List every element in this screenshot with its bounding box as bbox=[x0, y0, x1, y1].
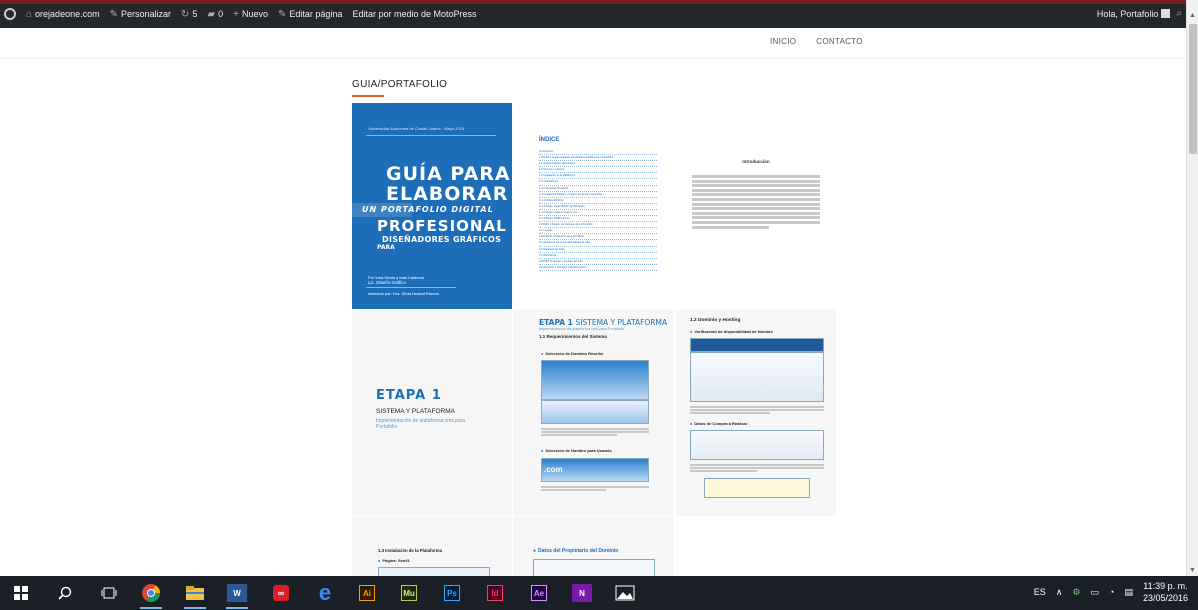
home-icon: ⌂ bbox=[26, 8, 33, 20]
gallery-item-cover[interactable]: Universidad Autónoma de Ciudad Juárez · … bbox=[352, 103, 512, 309]
indesign-icon[interactable]: Id bbox=[484, 582, 506, 604]
gallery-item-index[interactable]: ÍNDICE Introducción 1 ETAPA 1 Implementac… bbox=[513, 103, 673, 309]
gallery-item-sistema[interactable]: ETAPA 1 SISTEMA Y PLATAFORMA Implementac… bbox=[513, 310, 673, 516]
search-icon[interactable] bbox=[54, 582, 76, 604]
cover-line-2: ELABORAR bbox=[386, 183, 509, 205]
search-icon[interactable]: ⌕ bbox=[1176, 8, 1182, 19]
file-explorer-icon[interactable] bbox=[184, 582, 206, 609]
plus-icon: + bbox=[233, 8, 239, 20]
onenote-icon[interactable]: N bbox=[571, 582, 593, 604]
intro-text bbox=[692, 175, 820, 230]
intro-title: Introducción bbox=[742, 159, 770, 164]
gallery-item-intro[interactable]: Introducción bbox=[676, 103, 836, 309]
gallery-item-propietario[interactable]: Datos del Propietario del Dominio bbox=[513, 517, 673, 576]
nav-contacto[interactable]: CONTACTO bbox=[816, 37, 863, 46]
start-icon[interactable] bbox=[10, 582, 32, 604]
chevron-up-icon[interactable]: ∧ bbox=[1056, 587, 1063, 598]
task-view-icon[interactable] bbox=[98, 582, 120, 604]
screenshot-image bbox=[541, 400, 649, 424]
taskbar: W ∞ e Ai Mu Ps Id Ae N ES ∧ ⚙ ▭ ◔ ▤ 11:3… bbox=[0, 576, 1198, 610]
sistema-subtitle: Implementación de plataforma cms para Po… bbox=[539, 327, 624, 331]
photoshop-icon[interactable]: Ps bbox=[441, 582, 463, 604]
title-underline bbox=[352, 95, 384, 97]
cover-line-5: DISEÑADORES GRÁFICOS bbox=[382, 235, 502, 244]
edit-motopress-link[interactable]: Editar por medio de MotoPress bbox=[352, 9, 476, 19]
wifi-icon[interactable]: ◔ bbox=[1109, 587, 1114, 597]
brush-icon: ✎ bbox=[109, 8, 118, 20]
etapa-subtitle: SISTEMA Y PLATAFORMA bbox=[376, 408, 455, 415]
chrome-icon[interactable] bbox=[140, 582, 162, 609]
scroll-down-icon[interactable]: ▼ bbox=[1189, 567, 1196, 574]
illustrator-icon[interactable]: Ai bbox=[356, 582, 378, 604]
admin-bar: ⌂ orejadeone.com ✎ Personalizar ↻ 5 ▰ 0 … bbox=[0, 0, 1186, 28]
notifications-icon[interactable]: ▤ bbox=[1124, 587, 1133, 598]
index-list: Introducción 1 ETAPA 1 Implementación de … bbox=[539, 149, 657, 271]
page-title: GUIA/PORTAFOLIO bbox=[352, 79, 448, 90]
propietario-title: Datos del Propietario del Dominio bbox=[533, 548, 618, 554]
wordpress-logo-icon[interactable] bbox=[4, 8, 16, 20]
etapa-title: ETAPA 1 bbox=[376, 388, 442, 403]
screenshot-image bbox=[690, 338, 824, 352]
gallery-item-instalacion[interactable]: 1.3 Instalación de la Plataforma Página:… bbox=[352, 517, 512, 576]
sistema-step-2: Selección de Nombre para Usuario bbox=[541, 448, 611, 453]
sistema-section: 1.1 Requerimientos del Sistema bbox=[539, 334, 607, 339]
sistema-title: ETAPA 1 SISTEMA Y PLATAFORMA bbox=[539, 318, 668, 327]
edit-page-link[interactable]: ✎ Editar página bbox=[278, 9, 342, 20]
header-divider bbox=[0, 58, 1186, 59]
account-menu[interactable]: Hola, Portafolio bbox=[1097, 9, 1171, 19]
screenshot-image bbox=[690, 352, 824, 402]
customize-link[interactable]: ✎ Personalizar bbox=[110, 9, 171, 20]
gallery-item-dominio[interactable]: 1.2 Dominio y Hosting Verificación de di… bbox=[676, 310, 836, 516]
creative-cloud-icon[interactable]: ∞ bbox=[270, 582, 292, 604]
muse-icon[interactable]: Mu bbox=[398, 582, 420, 604]
scrollbar-thumb[interactable] bbox=[1189, 24, 1197, 154]
after-effects-icon[interactable]: Ae bbox=[528, 582, 550, 604]
sistema-step-1: Selección de Dominio Reseller bbox=[541, 351, 603, 356]
new-content-link[interactable]: + Nuevo bbox=[233, 9, 268, 20]
battery-icon[interactable]: ▭ bbox=[1090, 587, 1099, 598]
edge-icon[interactable]: e bbox=[314, 580, 336, 605]
scroll-up-icon[interactable]: ▲ bbox=[1189, 12, 1196, 19]
screenshot-image: .com bbox=[541, 458, 649, 482]
updates-link[interactable]: ↻ 5 bbox=[181, 9, 197, 20]
instalacion-title: 1.3 Instalación de la Plataforma bbox=[378, 548, 443, 553]
gallery-item-blank[interactable] bbox=[676, 517, 836, 576]
pencil-icon: ✎ bbox=[278, 8, 287, 20]
nav-inicio[interactable]: INICIO bbox=[770, 37, 796, 46]
index-entry: 4.1 Recursos y consejos (contribuciones) bbox=[539, 265, 657, 271]
etapa-desc: Implementación de plataforma cms para Po… bbox=[376, 418, 466, 430]
page-scrollbar[interactable]: ▲ ▼ bbox=[1186, 0, 1198, 576]
cover-line-1: GUÍA PARA bbox=[386, 163, 511, 185]
photos-icon[interactable] bbox=[614, 582, 636, 604]
word-icon[interactable]: W bbox=[226, 582, 248, 609]
avatar bbox=[1161, 9, 1171, 18]
screenshot-image bbox=[704, 478, 810, 498]
dominio-title: 1.2 Dominio y Hosting bbox=[690, 318, 741, 323]
dominio-step-1: Verificación de disponibilidad de Nombre bbox=[690, 329, 772, 334]
cover-university: Universidad Autónoma de Ciudad Juárez · … bbox=[368, 126, 465, 131]
screenshot-image bbox=[690, 430, 824, 460]
comment-icon: ▰ bbox=[207, 8, 216, 20]
clock[interactable]: 11:39 p. m. 23/05/2016 bbox=[1143, 580, 1188, 604]
cover-role: Lic. Diseño Gráfico bbox=[368, 280, 407, 285]
cover-advisor: Asesoría por: Dra. Silvia Husted Ramos bbox=[368, 291, 439, 296]
cover-line-3: UN PORTAFOLIO DIGITAL bbox=[362, 205, 494, 214]
site-name-link[interactable]: ⌂ orejadeone.com bbox=[26, 9, 100, 20]
dominio-step-2: Datos de Compra a Realizar bbox=[690, 421, 747, 426]
language-indicator[interactable]: ES bbox=[1034, 587, 1046, 597]
network-icon[interactable]: ⚙ bbox=[1072, 587, 1080, 598]
index-title: ÍNDICE bbox=[539, 137, 560, 143]
system-tray: ES ∧ ⚙ ▭ ◔ ▤ 11:39 p. m. 23/05/2016 bbox=[1034, 580, 1188, 604]
gallery-item-etapa-1[interactable]: ETAPA 1 SISTEMA Y PLATAFORMA Implementac… bbox=[352, 310, 512, 516]
refresh-icon: ↻ bbox=[181, 8, 190, 20]
screenshot-image bbox=[541, 360, 649, 400]
comments-link[interactable]: ▰ 0 bbox=[207, 9, 223, 20]
site-nav: INICIO CONTACTO bbox=[770, 37, 863, 46]
instalacion-step: Página: Seo01 bbox=[378, 558, 409, 563]
